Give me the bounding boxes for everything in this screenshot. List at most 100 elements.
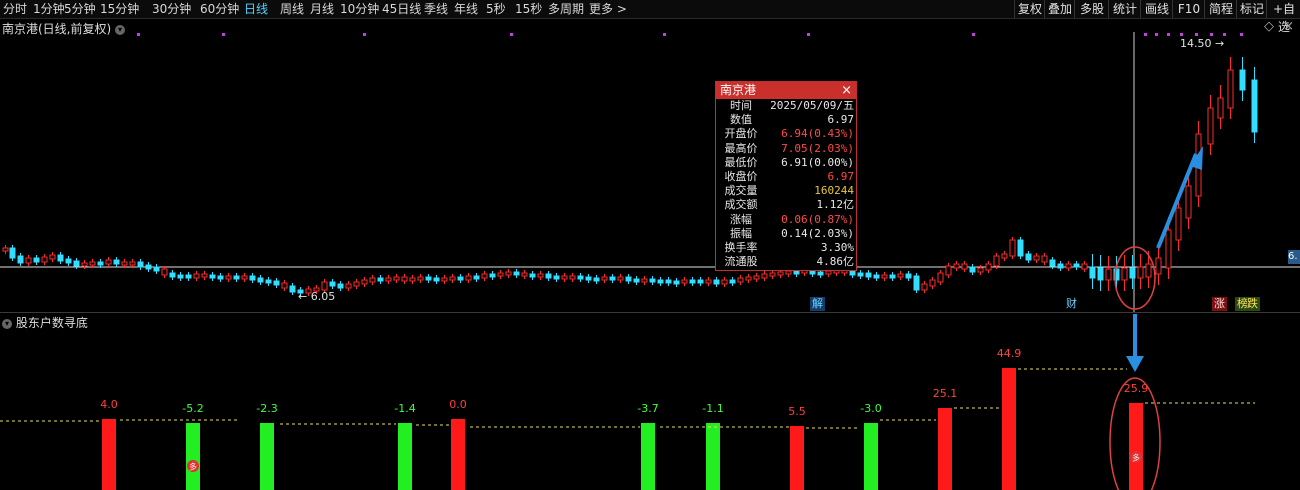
- candle-body: [553, 275, 560, 280]
- candle-body: [505, 271, 512, 276]
- candle-body: [321, 281, 328, 291]
- popup-row: 开盘价 6.94(0.43%): [716, 127, 856, 141]
- popup-row: 最低价 6.91(0.00%): [716, 156, 856, 170]
- tab-11[interactable]: 季线: [424, 1, 448, 17]
- candlestick-chart[interactable]: 14.50 → ← 6.05: [0, 18, 1300, 312]
- candle-body: [105, 259, 112, 265]
- candle-body: [473, 275, 480, 280]
- candle-body: [929, 279, 936, 287]
- candle-body: [865, 272, 872, 278]
- event-tag-cai[interactable]: 财: [1064, 297, 1079, 311]
- candle-body: [545, 273, 552, 279]
- tab-15[interactable]: 多周期: [548, 1, 584, 17]
- candle-body: [993, 255, 1000, 267]
- marker-dot: [137, 33, 140, 36]
- candle-body: [41, 256, 48, 263]
- candle-body: [681, 279, 688, 284]
- event-tag-jie[interactable]: 解: [810, 297, 825, 311]
- candle-body: [529, 273, 536, 278]
- candle-body: [1105, 268, 1112, 281]
- candle-body: [1049, 259, 1056, 267]
- candle-body: [697, 279, 704, 284]
- candle-body: [761, 273, 768, 279]
- indicator-bar-label: -3.7: [637, 402, 658, 415]
- tool-button-3[interactable]: 统计: [1108, 0, 1141, 18]
- candle-body: [89, 261, 96, 266]
- indicator-bar-label: -1.1: [702, 402, 723, 415]
- candle-body: [113, 259, 120, 265]
- candle-body: [209, 274, 216, 279]
- candle-body: [409, 277, 416, 282]
- popup-row: 涨幅 0.06(0.87%): [716, 213, 856, 227]
- tool-button-1[interactable]: 叠加: [1044, 0, 1075, 18]
- tool-button-8[interactable]: +自选: [1266, 0, 1300, 34]
- candle-body: [721, 279, 728, 285]
- candle-body: [513, 271, 520, 276]
- candle-body: [625, 276, 632, 282]
- high-price-label: 14.50 →: [1180, 37, 1224, 50]
- candle-body: [17, 255, 24, 264]
- tool-button-2[interactable]: 多股: [1074, 0, 1109, 18]
- tab-5[interactable]: 60分钟: [200, 1, 239, 17]
- event-tag-zhang[interactable]: 涨: [1212, 297, 1227, 311]
- candle-body: [329, 281, 336, 287]
- tab-16[interactable]: 更多 >: [589, 1, 627, 17]
- indicator-chart[interactable]: 4.0 -5.2 -2.3 -1.4 0.0 -3.7 -1.1 5.5 -3.0 25.1 44.…: [0, 314, 1300, 490]
- tab-9[interactable]: 10分钟: [340, 1, 379, 17]
- tab-7[interactable]: 周线: [280, 1, 304, 17]
- tab-4[interactable]: 30分钟: [152, 1, 191, 17]
- popup-row-label: 振幅: [730, 226, 752, 240]
- tab-12[interactable]: 年线: [454, 1, 478, 17]
- indicator-bar-label: -2.3: [256, 402, 277, 415]
- candle-body: [73, 260, 80, 267]
- candle-body: [641, 278, 648, 283]
- tab-8[interactable]: 月线: [310, 1, 334, 17]
- popup-row-label: 涨幅: [730, 212, 752, 226]
- candle-body: [33, 257, 40, 263]
- candle-body: [1207, 107, 1214, 145]
- popup-row-value: 0.06(0.87%): [781, 212, 854, 226]
- indicator-bar: [186, 423, 200, 490]
- marker-dot: [363, 33, 366, 36]
- tab-13[interactable]: 5秒: [486, 1, 506, 17]
- popup-row-label: 成交额: [724, 198, 758, 212]
- tab-10[interactable]: 45日线: [382, 1, 421, 17]
- panel-divider: [0, 312, 1300, 313]
- close-icon[interactable]: ×: [841, 82, 852, 99]
- popup-row-value: 7.05(2.03%): [781, 141, 854, 155]
- popup-header: 南京港 ×: [716, 82, 856, 99]
- tool-button-0[interactable]: 复权: [1014, 0, 1045, 18]
- candle-body: [265, 279, 272, 284]
- popup-row-value: 4.86亿: [816, 255, 855, 269]
- candle-body: [281, 282, 288, 289]
- marker-dot: [807, 33, 810, 36]
- tool-button-7[interactable]: 标记: [1236, 0, 1267, 18]
- popup-row-value: 3.30%: [820, 240, 854, 254]
- tab-2[interactable]: 5分钟: [64, 1, 96, 17]
- arrow-head: [1126, 356, 1144, 372]
- candle-body: [257, 277, 264, 283]
- tab-0[interactable]: 分时: [3, 1, 27, 17]
- tab-6[interactable]: 日线: [244, 1, 268, 17]
- candle-body: [121, 261, 128, 266]
- candle-body: [537, 273, 544, 278]
- candle-body: [1251, 79, 1258, 133]
- tab-1[interactable]: 1分钟: [33, 1, 65, 17]
- indicator-bar: [641, 423, 655, 490]
- event-tag-die[interactable]: 跌: [1247, 297, 1260, 311]
- candle-body: [1089, 266, 1096, 279]
- candle-body: [569, 275, 576, 280]
- indicator-bar-label: 4.0: [100, 398, 118, 411]
- tool-button-4[interactable]: 画线: [1140, 0, 1173, 18]
- candle-body: [1065, 263, 1072, 269]
- popup-row-label: 换手率: [724, 240, 758, 254]
- tab-14[interactable]: 15秒: [515, 1, 542, 17]
- popup-row: 时间 2025/05/09/五: [716, 99, 856, 113]
- candle-body: [185, 274, 192, 279]
- tool-button-6[interactable]: 简程: [1204, 0, 1237, 18]
- candle-body: [657, 279, 664, 284]
- candle-body: [433, 277, 440, 282]
- candle-body: [57, 254, 64, 262]
- tab-3[interactable]: 15分钟: [100, 1, 139, 17]
- tool-button-5[interactable]: F10: [1172, 0, 1205, 18]
